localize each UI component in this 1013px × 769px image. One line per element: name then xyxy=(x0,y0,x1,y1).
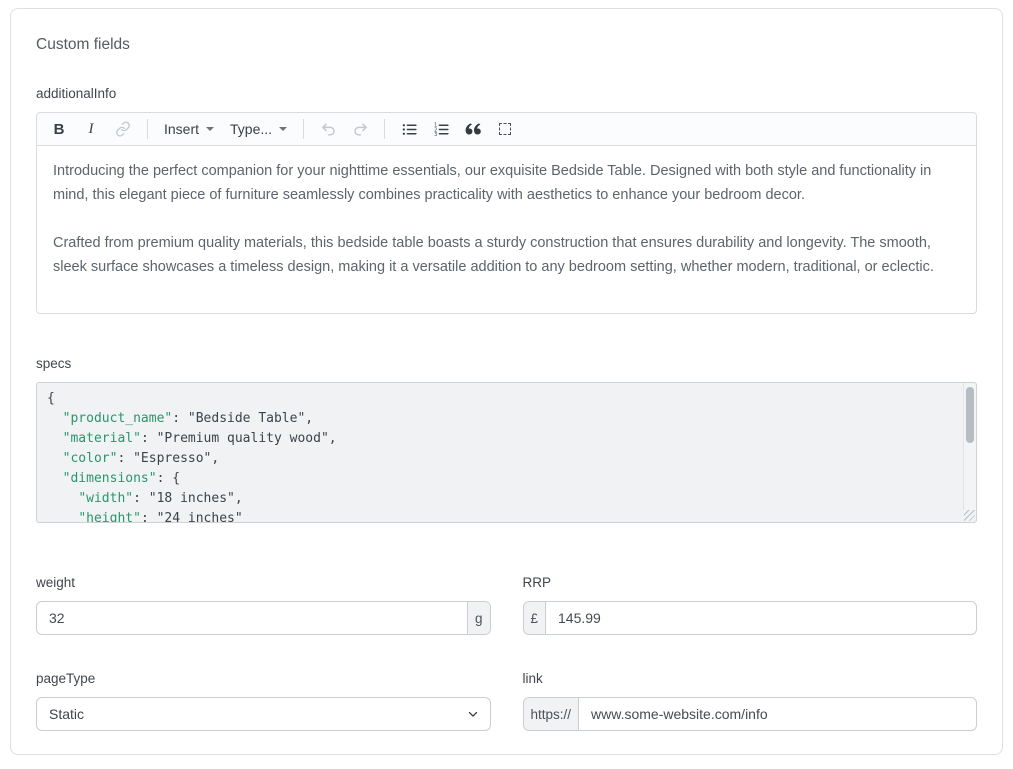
bullet-list-icon xyxy=(401,121,418,138)
weight-unit-addon: g xyxy=(467,602,490,634)
link-input[interactable] xyxy=(579,698,976,730)
rrp-input[interactable] xyxy=(546,602,976,634)
insert-dropdown[interactable]: Insert xyxy=(158,115,220,143)
specs-code[interactable]: { "product_name": "Bedside Table", "mate… xyxy=(37,383,976,523)
chevron-down-icon xyxy=(206,127,214,131)
additional-info-field: additionalInfo B I Insert Type... xyxy=(36,86,977,314)
page-type-field: pageType Static xyxy=(36,671,491,731)
rich-text-editor: B I Insert Type... xyxy=(36,112,977,314)
italic-icon: I xyxy=(89,121,94,138)
editor-content[interactable]: Introducing the perfect companion for yo… xyxy=(36,146,977,314)
toolbar-divider xyxy=(147,119,148,139)
chevron-down-icon xyxy=(279,127,287,131)
undo-button[interactable] xyxy=(314,115,342,143)
scrollbar-thumb[interactable] xyxy=(966,387,974,443)
rrp-field: RRP £ xyxy=(523,575,978,635)
link-icon xyxy=(115,121,131,137)
page-type-select-wrap: Static xyxy=(36,697,491,731)
dashed-square-button[interactable] xyxy=(491,115,519,143)
ordered-list-icon: 123 xyxy=(433,121,450,138)
vertical-scrollbar[interactable] xyxy=(963,383,976,510)
type-dropdown-label: Type... xyxy=(230,121,272,137)
link-input-group: https:// xyxy=(523,697,978,731)
form-row: pageType Static link https:// xyxy=(36,671,977,731)
rrp-label: RRP xyxy=(523,575,978,591)
weight-field: weight g xyxy=(36,575,491,635)
dashed-square-icon xyxy=(499,123,511,135)
specs-field: specs { "product_name": "Bedside Table",… xyxy=(36,356,977,523)
protocol-addon: https:// xyxy=(524,698,580,730)
toolbar-divider xyxy=(303,119,304,139)
blockquote-icon xyxy=(465,123,482,136)
insert-dropdown-label: Insert xyxy=(164,121,199,137)
weight-label: weight xyxy=(36,575,491,591)
italic-button[interactable]: I xyxy=(77,115,105,143)
resize-handle-icon[interactable] xyxy=(964,510,975,521)
page-type-select[interactable]: Static xyxy=(36,697,491,731)
editor-paragraph: Crafted from premium quality materials, … xyxy=(53,231,960,279)
blockquote-button[interactable] xyxy=(459,115,487,143)
editor-paragraph: Introducing the perfect companion for yo… xyxy=(53,159,960,207)
page-type-label: pageType xyxy=(36,671,491,687)
specs-label: specs xyxy=(36,356,977,372)
bold-icon: B xyxy=(54,121,65,138)
weight-input[interactable] xyxy=(37,602,467,634)
link-button[interactable] xyxy=(109,115,137,143)
undo-icon xyxy=(320,121,337,138)
weight-input-group: g xyxy=(36,601,491,635)
toolbar-divider xyxy=(384,119,385,139)
link-field: link https:// xyxy=(523,671,978,731)
link-label: link xyxy=(523,671,978,687)
bullet-list-button[interactable] xyxy=(395,115,423,143)
redo-button[interactable] xyxy=(346,115,374,143)
form-row: weight g RRP £ xyxy=(36,575,977,635)
redo-icon xyxy=(352,121,369,138)
additional-info-label: additionalInfo xyxy=(36,86,977,102)
specs-code-editor[interactable]: { "product_name": "Bedside Table", "mate… xyxy=(36,382,977,523)
page-title: Custom fields xyxy=(36,37,977,53)
custom-fields-card: Custom fields additionalInfo B I Insert … xyxy=(10,8,1003,755)
bold-button[interactable]: B xyxy=(45,115,73,143)
editor-toolbar: B I Insert Type... xyxy=(36,112,977,146)
svg-text:3: 3 xyxy=(434,131,437,137)
type-dropdown[interactable]: Type... xyxy=(224,115,293,143)
currency-addon: £ xyxy=(524,602,547,634)
ordered-list-button[interactable]: 123 xyxy=(427,115,455,143)
rrp-input-group: £ xyxy=(523,601,978,635)
